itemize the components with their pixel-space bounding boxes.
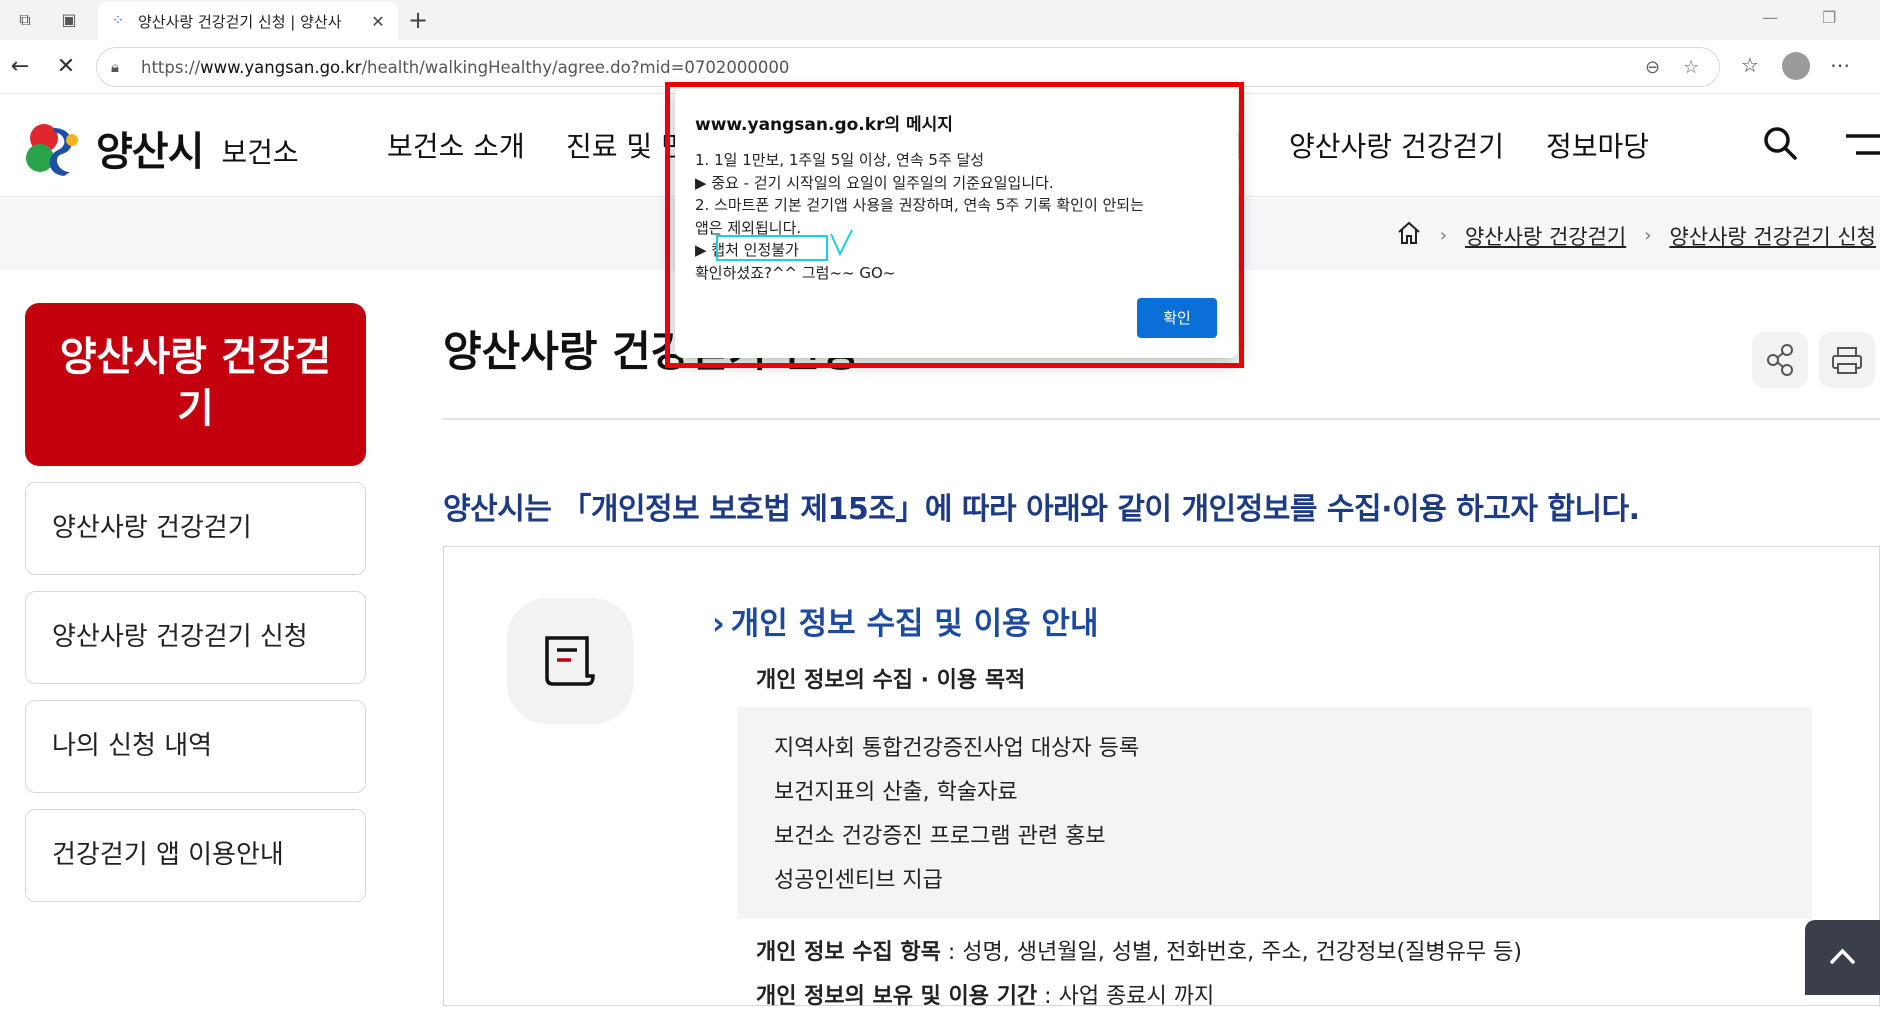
sidebar-item-my-history[interactable]: 나의 신청 내역 bbox=[25, 700, 366, 793]
purpose-heading: 개인 정보의 수집 · 이용 목적 bbox=[756, 668, 1026, 693]
favorites-icon[interactable]: ☆ bbox=[1736, 53, 1764, 77]
sidebar-item-apply[interactable]: 양산사랑 건강걷기 신청 bbox=[25, 591, 366, 684]
retention-period: 개인 정보의 보유 및 이용 기간 : 사업 종료시 까지 bbox=[756, 984, 1215, 1009]
more-options-icon[interactable]: ⋯ bbox=[1826, 53, 1854, 77]
annotation-check-icon bbox=[828, 228, 856, 258]
collected-items: 개인 정보 수집 항목 : 성명, 생년월일, 성별, 전화번호, 주소, 건강… bbox=[756, 940, 1522, 965]
list-item: 보건소 건강증진 프로그램 관련 홍보 bbox=[774, 824, 1106, 849]
search-icon[interactable] bbox=[1762, 125, 1798, 161]
menu-icon[interactable] bbox=[1842, 133, 1880, 157]
restore-icon[interactable]: ❐ bbox=[1822, 8, 1836, 27]
profile-avatar[interactable] bbox=[1782, 52, 1810, 80]
chevron-right-icon: › bbox=[1439, 225, 1447, 246]
list-item: 보건지표의 산출, 학술자료 bbox=[774, 780, 1018, 805]
nav-item-about[interactable]: 보건소 소개 bbox=[387, 125, 525, 165]
chevron-up-icon bbox=[1830, 948, 1855, 964]
site-info-icon[interactable]: 🔒︎ bbox=[111, 58, 129, 76]
title-divider bbox=[443, 418, 1880, 420]
document-icon bbox=[507, 598, 633, 724]
breadcrumb: › 양산사랑 건강걷기 › 양산사랑 건강걷기 신청 bbox=[1396, 220, 1876, 251]
chevron-right-icon: › bbox=[712, 606, 725, 642]
scroll-top-button[interactable] bbox=[1805, 920, 1880, 995]
favorite-star-icon[interactable]: ☆ bbox=[1683, 57, 1699, 78]
list-item: 지역사회 통합건강증진사업 대상자 등록 bbox=[774, 736, 1140, 761]
print-button[interactable] bbox=[1819, 332, 1875, 388]
minimize-icon[interactable]: — bbox=[1762, 8, 1778, 27]
share-button[interactable] bbox=[1752, 332, 1808, 388]
breadcrumb-walking[interactable]: 양산사랑 건강걷기 bbox=[1465, 221, 1626, 251]
browser-tab[interactable]: ⁘ 양산사랑 건강걷기 신청 | 양산사 ✕ bbox=[98, 2, 398, 40]
loading-icon: ⁘ bbox=[112, 13, 124, 29]
address-bar[interactable]: 🔒︎ https://www.yangsan.go.kr/health/walk… bbox=[96, 47, 1720, 87]
sidebar-item-walking[interactable]: 양산사랑 건강걷기 bbox=[25, 482, 366, 575]
tab-actions-icon[interactable]: ▣ bbox=[58, 10, 80, 30]
yangsan-emblem-icon bbox=[24, 120, 86, 176]
url-text: https://www.yangsan.go.kr/health/walking… bbox=[141, 57, 790, 77]
nav-item-info[interactable]: 정보마당 bbox=[1546, 125, 1649, 165]
stop-loading-button[interactable]: ✕ bbox=[52, 53, 80, 81]
section-title: › 개인 정보 수집 및 이용 안내 bbox=[712, 606, 1099, 642]
workspaces-icon[interactable]: ⧉ bbox=[14, 10, 36, 30]
zoom-out-icon[interactable]: ⊖ bbox=[1645, 57, 1660, 78]
nav-item-walking[interactable]: 양산사랑 건강걷기 bbox=[1289, 125, 1504, 165]
annotation-cyan-box bbox=[716, 235, 828, 261]
logo-name: 양산시 bbox=[96, 129, 204, 175]
home-icon[interactable] bbox=[1396, 220, 1422, 251]
close-tab-icon[interactable]: ✕ bbox=[368, 12, 388, 31]
sidebar-item-app-guide[interactable]: 건강걷기 앱 이용안내 bbox=[25, 809, 366, 902]
print-icon bbox=[1832, 347, 1862, 374]
browser-tab-bar: ⧉ ▣ ⁘ 양산사랑 건강걷기 신청 | 양산사 ✕ + — ❐ bbox=[0, 0, 1880, 40]
tab-title: 양산사랑 건강걷기 신청 | 양산사 bbox=[138, 12, 342, 31]
chevron-right-icon: › bbox=[1644, 225, 1652, 246]
breadcrumb-apply[interactable]: 양산사랑 건강걷기 신청 bbox=[1669, 221, 1876, 251]
sidebar-title: 양산사랑 건강걷기 bbox=[25, 303, 366, 466]
annotation-red-box bbox=[665, 82, 1244, 368]
new-tab-button[interactable]: + bbox=[408, 6, 428, 34]
list-item: 성공인센티브 지급 bbox=[774, 868, 943, 893]
site-logo[interactable]: 양산시 보건소 bbox=[24, 119, 299, 177]
logo-sub: 보건소 bbox=[221, 136, 299, 169]
back-button[interactable]: ← bbox=[6, 53, 34, 81]
privacy-intro: 양산시는 「개인정보 보호법 제15조」에 따라 아래와 같이 개인정보를 수집… bbox=[443, 492, 1640, 527]
share-icon bbox=[1767, 344, 1793, 376]
